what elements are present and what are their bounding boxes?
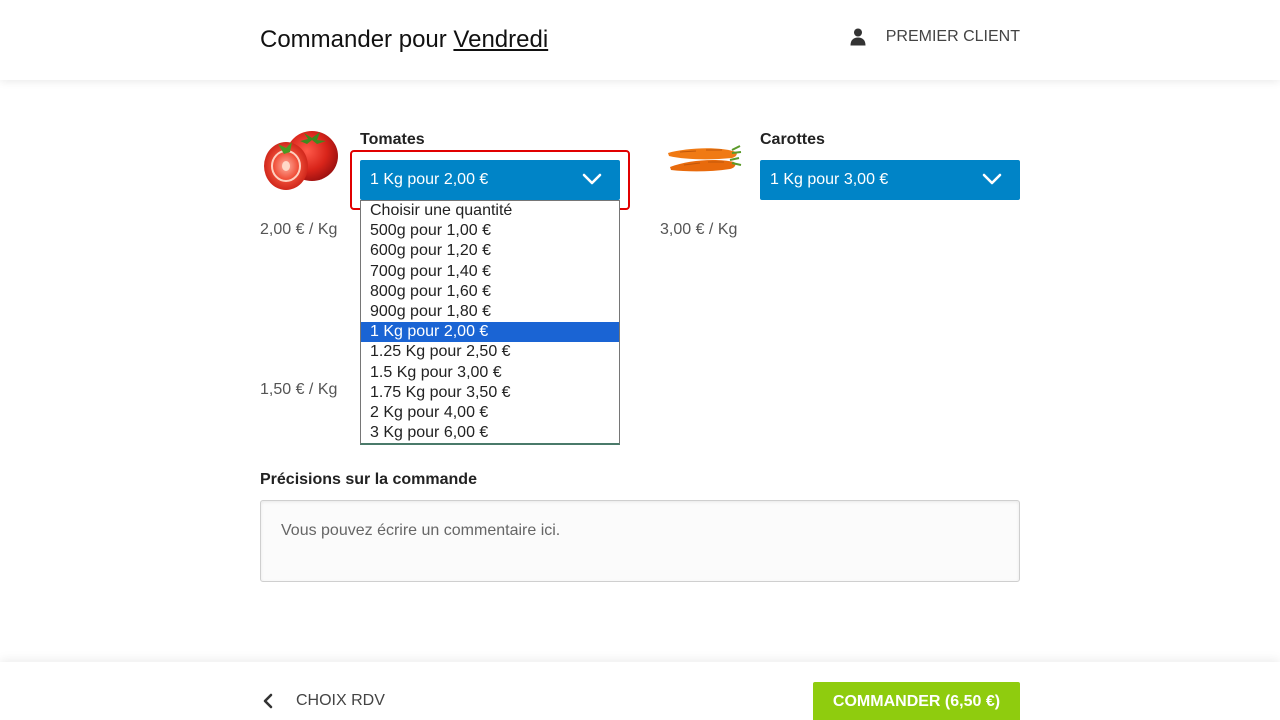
price-carrots: 3,00 € / Kg — [660, 221, 738, 238]
page-title: Commander pour Vendredi — [260, 26, 548, 54]
dropdown-option[interactable]: 1.25 Kg pour 2,50 € — [361, 342, 619, 362]
chevron-down-icon — [982, 173, 1002, 185]
delivery-day-link[interactable]: Vendredi — [453, 26, 548, 53]
dropdown-option[interactable]: 700g pour 1,40 € — [361, 262, 619, 282]
product-name-tomatoes: Tomates — [360, 131, 425, 148]
dropdown-option[interactable]: 1.75 Kg pour 3,50 € — [361, 383, 619, 403]
page-title-prefix: Commander pour — [260, 26, 447, 53]
quantity-select-carrots[interactable]: 1 Kg pour 3,00 € — [760, 160, 1020, 200]
quantity-select-value: 1 Kg pour 3,00 € — [770, 171, 889, 188]
quantity-dropdown-list[interactable]: Choisir une quantité 500g pour 1,00 €600g… — [360, 200, 620, 445]
price-product-3: 1,50 € / Kg — [260, 381, 338, 398]
price-tomatoes: 2,00 € / Kg — [260, 221, 338, 238]
footer: CHOIX RDV COMMANDER (6,50 €) — [0, 662, 1280, 720]
back-button[interactable]: CHOIX RDV — [262, 692, 385, 710]
dropdown-option[interactable]: 2 Kg pour 4,00 € — [361, 403, 619, 423]
user-icon — [850, 28, 866, 46]
dropdown-option[interactable]: 600g pour 1,20 € — [361, 241, 619, 261]
carrot-image — [668, 145, 742, 172]
dropdown-option[interactable]: 900g pour 1,80 € — [361, 302, 619, 322]
chevron-left-icon — [263, 693, 273, 709]
dropdown-option[interactable]: 1 Kg pour 2,00 € — [361, 322, 619, 343]
order-button[interactable]: COMMANDER (6,50 €) — [813, 682, 1020, 720]
back-button-label: CHOIX RDV — [296, 692, 385, 709]
dropdown-option[interactable]: 800g pour 1,60 € — [361, 282, 619, 302]
comment-label: Précisions sur la commande — [260, 471, 477, 488]
quantity-select-tomatoes[interactable]: 1 Kg pour 2,00 € — [360, 160, 620, 200]
dropdown-option[interactable]: Choisir une quantité — [361, 201, 619, 221]
comment-textarea[interactable] — [260, 500, 1020, 582]
user-name: PREMIER CLIENT — [885, 28, 1020, 45]
product-name-carrots: Carottes — [760, 131, 825, 148]
dropdown-option[interactable]: 1.5 Kg pour 3,00 € — [361, 363, 619, 383]
dropdown-option[interactable]: 500g pour 1,00 € — [361, 221, 619, 241]
dropdown-option[interactable]: 3 Kg pour 6,00 € — [361, 423, 619, 443]
user-menu[interactable]: PREMIER CLIENT — [850, 28, 1020, 46]
tomato-image — [264, 131, 338, 190]
chevron-down-icon — [582, 173, 602, 185]
quantity-select-value: 1 Kg pour 2,00 € — [370, 171, 489, 188]
header: Commander pour Vendredi PREMIER CLIENT — [0, 0, 1280, 80]
